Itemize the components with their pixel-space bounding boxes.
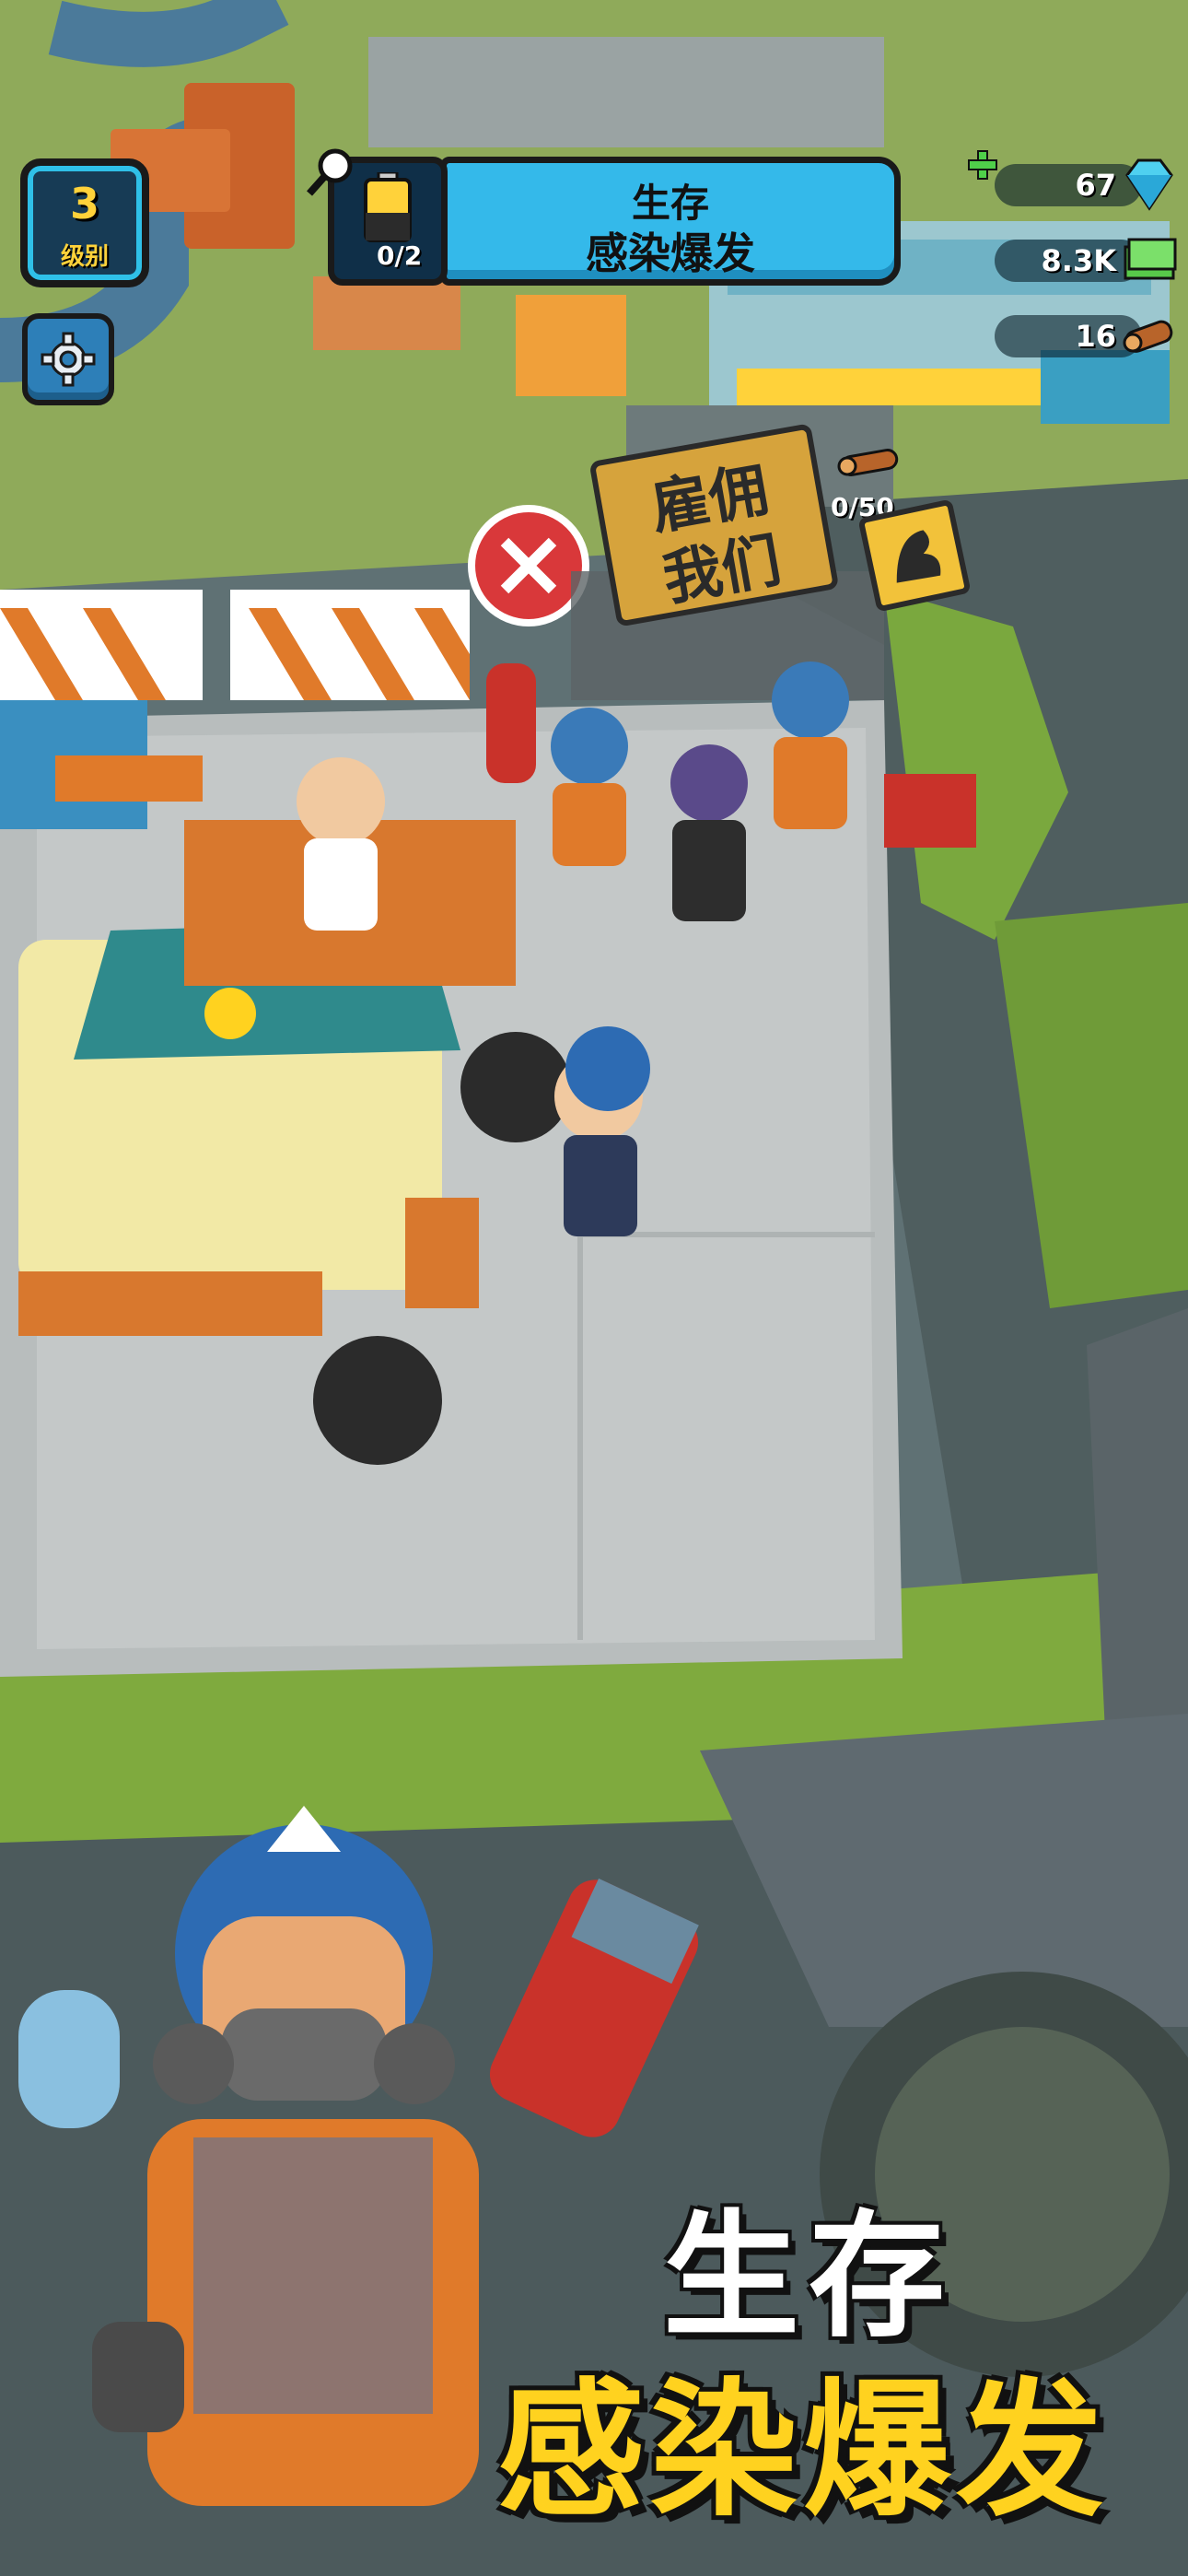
level-label: 级别 bbox=[60, 243, 109, 271]
wood-value: 16 bbox=[1075, 319, 1116, 354]
promo-title-line2: 感染爆发 bbox=[497, 2364, 1110, 2536]
dragon-emblem-icon bbox=[858, 499, 971, 612]
cash-icon bbox=[1124, 238, 1177, 280]
gems-value: 67 bbox=[1075, 168, 1116, 203]
quest-subtitle: 感染爆发 bbox=[586, 228, 755, 278]
plus-icon bbox=[968, 150, 997, 180]
level-number: 3 bbox=[69, 179, 99, 228]
cash-counter[interactable]: 8.3K bbox=[995, 230, 1179, 289]
gear-icon bbox=[41, 332, 96, 387]
gem-icon bbox=[1125, 158, 1173, 211]
cash-value: 8.3K bbox=[1041, 243, 1116, 278]
wood-counter[interactable]: 16 bbox=[995, 306, 1179, 365]
quest-banner[interactable]: 生存 感染爆发 bbox=[440, 157, 901, 286]
game-world bbox=[0, 0, 1188, 2576]
level-badge[interactable]: 3 级别 bbox=[20, 158, 149, 287]
battery-icon bbox=[364, 172, 412, 242]
settings-button[interactable] bbox=[22, 313, 114, 405]
quest-progress: 0/2 bbox=[377, 240, 423, 271]
search-icon[interactable] bbox=[304, 144, 359, 199]
wood-icon bbox=[837, 449, 899, 476]
gems-counter[interactable]: 67 bbox=[968, 150, 1179, 214]
hire-us-sign[interactable]: 雇佣 我们 bbox=[585, 413, 844, 634]
wood-icon bbox=[1123, 320, 1173, 353]
